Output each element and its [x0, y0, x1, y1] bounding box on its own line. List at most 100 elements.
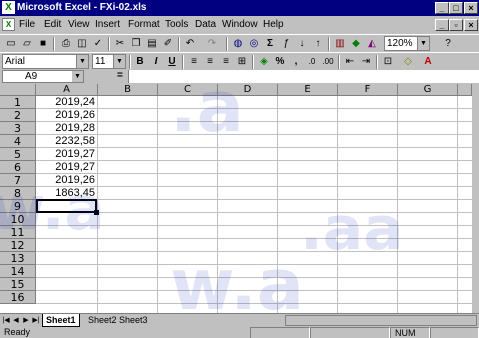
font-name-combo[interactable]: Arial ▼	[2, 54, 89, 69]
fill-color-icon[interactable]: ◇	[400, 54, 416, 70]
merge-center-icon[interactable]: ⊞	[234, 54, 250, 70]
zoom-combo[interactable]: 120% ▼	[384, 36, 430, 51]
drawing-icon[interactable]: ◭	[364, 36, 380, 52]
document-icon[interactable]: X	[2, 18, 15, 31]
cut-icon[interactable]: ✂	[112, 36, 128, 52]
row-header[interactable]: 2	[0, 109, 36, 122]
font-color-icon[interactable]: A	[420, 54, 436, 70]
row-header[interactable]: 3	[0, 122, 36, 135]
menu-data[interactable]: Data	[195, 19, 216, 30]
column-header-g[interactable]: G	[398, 84, 458, 96]
tab-sheet3[interactable]: Sheet3	[116, 314, 151, 326]
autosum-icon[interactable]: Σ	[262, 36, 278, 52]
align-right-icon[interactable]: ≡	[218, 54, 234, 70]
column-header-d[interactable]: D	[218, 84, 278, 96]
row-header[interactable]: 10	[0, 213, 36, 226]
fill-handle[interactable]	[94, 210, 99, 215]
cell-a6[interactable]: 2019,27	[37, 161, 95, 173]
currency-icon[interactable]: ◈	[256, 54, 272, 70]
increase-decimal-icon[interactable]: .0	[304, 54, 320, 70]
name-box[interactable]: A9 ▼	[2, 70, 84, 83]
row-header[interactable]: 15	[0, 278, 36, 291]
column-header-f[interactable]: F	[338, 84, 398, 96]
bold-icon[interactable]: B	[132, 54, 148, 70]
sort-ascending-icon[interactable]: ↓	[294, 36, 310, 52]
print-preview-icon[interactable]: ◫	[74, 36, 90, 52]
open-icon[interactable]: ▱	[19, 36, 35, 52]
doc-restore-button[interactable]: ▫	[449, 19, 463, 31]
chevron-down-icon[interactable]: ▼	[417, 37, 429, 50]
cell-a5[interactable]: 2019,27	[37, 148, 95, 160]
map-icon[interactable]: ◆	[348, 36, 364, 52]
doc-close-button[interactable]: ×	[464, 19, 478, 31]
cell-a7[interactable]: 2019,26	[37, 174, 95, 186]
first-sheet-icon[interactable]: |◀	[1, 315, 11, 326]
decrease-decimal-icon[interactable]: .00	[320, 54, 336, 70]
align-left-icon[interactable]: ≡	[186, 54, 202, 70]
undo-icon[interactable]: ↶	[182, 36, 198, 52]
save-icon[interactable]: ■	[35, 36, 51, 52]
office-assistant-icon[interactable]: ?	[440, 36, 456, 52]
doc-minimize-button[interactable]: _	[435, 19, 449, 31]
comma-style-icon[interactable]: ,	[288, 54, 304, 70]
function-icon[interactable]: ƒ	[278, 36, 294, 52]
menu-file[interactable]: File	[19, 19, 35, 30]
column-header-h[interactable]	[458, 84, 472, 96]
column-header-a[interactable]: A	[36, 84, 98, 96]
cell-a2[interactable]: 2019,26	[37, 109, 95, 121]
excel-icon[interactable]: X	[2, 1, 15, 14]
cell-a4[interactable]: 2232,58	[37, 135, 95, 147]
borders-icon[interactable]: ⊡	[380, 54, 396, 70]
align-center-icon[interactable]: ≡	[202, 54, 218, 70]
horizontal-scrollbar[interactable]	[285, 315, 477, 326]
chevron-down-icon[interactable]: ▼	[76, 55, 88, 68]
menu-format[interactable]: Format	[128, 19, 160, 30]
hyperlink-icon[interactable]: ◍	[230, 36, 246, 52]
column-header-b[interactable]: B	[98, 84, 158, 96]
row-header[interactable]: 12	[0, 239, 36, 252]
row-header[interactable]: 4	[0, 135, 36, 148]
row-header[interactable]: 8	[0, 187, 36, 200]
font-size-combo[interactable]: 11 ▼	[92, 54, 126, 69]
tab-sheet1[interactable]: Sheet1	[42, 314, 80, 327]
chevron-down-icon[interactable]: ▼	[72, 71, 83, 82]
select-all-button[interactable]	[0, 84, 36, 96]
last-sheet-icon[interactable]: ▶|	[31, 315, 41, 326]
menu-help[interactable]: Help	[263, 19, 284, 30]
formula-input[interactable]	[128, 70, 479, 83]
italic-icon[interactable]: I	[148, 54, 164, 70]
decrease-indent-icon[interactable]: ⇤	[342, 54, 358, 70]
sort-descending-icon[interactable]: ↑	[310, 36, 326, 52]
prev-sheet-icon[interactable]: ◀	[11, 315, 21, 326]
row-header[interactable]: 1	[0, 96, 36, 109]
tab-sheet2[interactable]: Sheet2	[85, 314, 120, 326]
menu-edit[interactable]: Edit	[44, 19, 61, 30]
menu-insert[interactable]: Insert	[95, 19, 120, 30]
maximize-button[interactable]: □	[449, 2, 463, 14]
column-header-c[interactable]: C	[158, 84, 218, 96]
row-header[interactable]: 14	[0, 265, 36, 278]
next-sheet-icon[interactable]: ▶	[21, 315, 31, 326]
edit-formula-button[interactable]: =	[117, 70, 123, 81]
vertical-scrollbar[interactable]	[472, 84, 479, 313]
spelling-icon[interactable]: ✓	[90, 36, 106, 52]
new-icon[interactable]: ▭	[3, 36, 19, 52]
underline-icon[interactable]: U	[164, 54, 180, 70]
row-header[interactable]: 16	[0, 291, 36, 304]
percent-icon[interactable]: %	[272, 54, 288, 70]
redo-icon[interactable]: ↷	[204, 36, 220, 52]
menu-tools[interactable]: Tools	[165, 19, 188, 30]
chevron-down-icon[interactable]: ▼	[113, 55, 125, 68]
cell-a3[interactable]: 2019,28	[37, 122, 95, 134]
close-button[interactable]: ×	[464, 2, 478, 14]
paste-icon[interactable]: ▤	[144, 36, 160, 52]
minimize-button[interactable]: _	[435, 2, 449, 14]
format-painter-icon[interactable]: ✐	[160, 36, 176, 52]
menu-window[interactable]: Window	[222, 19, 258, 30]
row-header[interactable]: 9	[0, 200, 36, 213]
row-header[interactable]: 6	[0, 161, 36, 174]
chart-wizard-icon[interactable]: ▥	[332, 36, 348, 52]
row-header[interactable]: 5	[0, 148, 36, 161]
menu-view[interactable]: View	[68, 19, 90, 30]
increase-indent-icon[interactable]: ⇥	[358, 54, 374, 70]
